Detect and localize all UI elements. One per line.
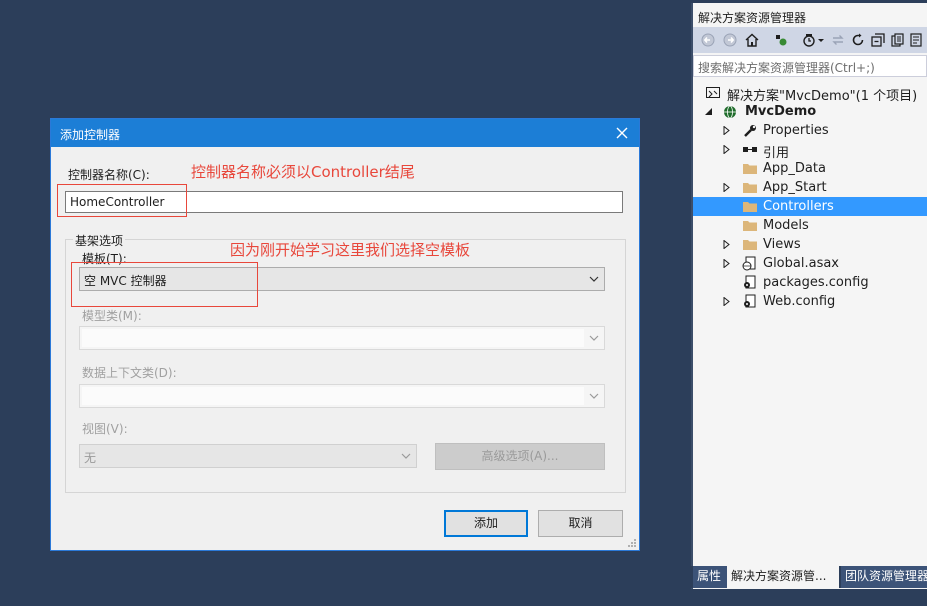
tab-properties[interactable]: 属性 bbox=[693, 566, 727, 588]
references-icon bbox=[743, 147, 757, 152]
config-file-icon bbox=[744, 294, 756, 308]
folder-icon bbox=[743, 221, 757, 231]
tree-item-views[interactable]: Views bbox=[693, 235, 927, 254]
model-class-label: 模型类(M): bbox=[82, 309, 142, 323]
solution-icon bbox=[706, 87, 720, 98]
show-all-files-icon[interactable] bbox=[890, 32, 906, 48]
folder-icon bbox=[743, 202, 757, 212]
history-icon[interactable] bbox=[801, 32, 817, 48]
tree-item-label: Properties bbox=[763, 123, 829, 138]
home-icon[interactable] bbox=[744, 32, 760, 48]
tree-item-app-data[interactable]: App_Data bbox=[693, 159, 927, 178]
model-class-select[interactable] bbox=[79, 326, 605, 350]
dialog-titlebar[interactable]: 添加控制器 bbox=[51, 119, 639, 147]
tab-team-explorer[interactable]: 团队资源管理器 bbox=[841, 566, 927, 588]
properties-icon[interactable] bbox=[908, 32, 924, 48]
data-context-select-field bbox=[82, 387, 584, 405]
tree-item-label: Global.asax bbox=[763, 256, 840, 271]
solution-explorer-tabs: 属性 解决方案资源管... 团队资源管理器 bbox=[691, 566, 927, 588]
close-icon[interactable] bbox=[611, 122, 633, 144]
pending-changes-icon[interactable] bbox=[773, 32, 789, 48]
tree-item-label: Controllers bbox=[763, 199, 834, 214]
sync-icon[interactable] bbox=[830, 32, 846, 48]
data-context-select[interactable] bbox=[79, 384, 605, 408]
solution-explorer-toolbar bbox=[693, 27, 927, 53]
chevron-down-icon bbox=[589, 276, 599, 282]
tree-item-label: MvcDemo bbox=[745, 104, 817, 119]
solution-explorer-panel: 解决方案资源管理器 搜索解决方案资源管理器(Ctrl+;) 解决方案"MvcDe… bbox=[691, 3, 927, 589]
folder-icon bbox=[743, 183, 757, 193]
tree-item-label: App_Data bbox=[763, 161, 826, 176]
add-controller-dialog: 添加控制器 控制器名称(C): HomeController 基架选项 模板(T… bbox=[50, 118, 640, 551]
solution-explorer-title: 解决方案资源管理器 bbox=[693, 3, 927, 27]
tree-item-packages-config[interactable]: packages.config bbox=[693, 273, 927, 292]
collapsed-arrow-icon[interactable] bbox=[723, 126, 731, 135]
tree-item-project[interactable]: MvcDemo bbox=[693, 102, 927, 121]
collapsed-arrow-icon[interactable] bbox=[723, 297, 731, 306]
web-project-icon bbox=[724, 105, 736, 119]
wrench-icon bbox=[744, 125, 756, 137]
tree-item-label: packages.config bbox=[763, 275, 869, 290]
config-file-icon bbox=[744, 275, 756, 289]
refresh-icon[interactable] bbox=[850, 32, 866, 48]
tree-item-app-start[interactable]: App_Start bbox=[693, 178, 927, 197]
annotation-note-name: 控制器名称必须以Controller结尾 bbox=[191, 163, 415, 181]
annotation-box-template bbox=[71, 262, 258, 307]
tree-item-solution[interactable]: 解决方案"MvcDemo"(1 个项目) bbox=[693, 83, 927, 104]
tree-item-web-config[interactable]: Web.config bbox=[693, 292, 927, 311]
add-button[interactable]: 添加 bbox=[444, 510, 528, 537]
chevron-down-icon bbox=[401, 453, 411, 459]
tree-item-properties[interactable]: Properties bbox=[693, 121, 927, 140]
collapsed-arrow-icon[interactable] bbox=[723, 145, 731, 154]
chevron-down-icon[interactable] bbox=[817, 32, 825, 48]
view-label: 视图(V): bbox=[82, 422, 128, 436]
collapse-all-icon[interactable] bbox=[870, 32, 886, 48]
tree-item-label: Views bbox=[763, 237, 801, 252]
tree-item-references[interactable]: 引用 bbox=[693, 140, 927, 161]
tab-solution-explorer[interactable]: 解决方案资源管... bbox=[727, 566, 839, 588]
tree-item-models[interactable]: Models bbox=[693, 216, 927, 235]
controller-name-label: 控制器名称(C): bbox=[68, 168, 150, 182]
collapsed-arrow-icon[interactable] bbox=[723, 240, 731, 249]
tree-item-global-asax[interactable]: Global.asax bbox=[693, 254, 927, 273]
collapsed-arrow-icon[interactable] bbox=[723, 259, 731, 268]
folder-icon bbox=[743, 240, 757, 250]
chevron-down-icon bbox=[589, 393, 599, 399]
annotation-box-name bbox=[57, 184, 187, 217]
model-class-select-field bbox=[82, 329, 584, 347]
solution-search-input[interactable]: 搜索解决方案资源管理器(Ctrl+;) bbox=[693, 55, 927, 77]
collapsed-arrow-icon[interactable] bbox=[723, 183, 731, 192]
chevron-down-icon bbox=[589, 335, 599, 341]
dialog-title: 添加控制器 bbox=[60, 128, 121, 142]
view-select-value: 无 bbox=[84, 451, 97, 465]
tree-item-controllers[interactable]: Controllers bbox=[693, 197, 927, 216]
expanded-arrow-icon[interactable] bbox=[705, 107, 713, 116]
advanced-options-button[interactable]: 高级选项(A)... bbox=[435, 443, 605, 470]
data-context-label: 数据上下文类(D): bbox=[82, 366, 177, 380]
tree-item-label: App_Start bbox=[763, 180, 827, 195]
annotation-note-template: 因为刚开始学习这里我们选择空模板 bbox=[230, 241, 471, 259]
folder-icon bbox=[743, 164, 757, 174]
tree-item-label: Models bbox=[763, 218, 809, 233]
resize-grip-icon[interactable] bbox=[627, 538, 637, 548]
cancel-button[interactable]: 取消 bbox=[538, 510, 623, 537]
scaffold-options-legend: 基架选项 bbox=[73, 232, 126, 249]
forward-icon[interactable] bbox=[722, 32, 738, 48]
back-icon[interactable] bbox=[700, 32, 716, 48]
global-asax-icon bbox=[742, 256, 756, 271]
view-select[interactable]: 无 bbox=[79, 444, 417, 468]
tree-item-label: Web.config bbox=[763, 294, 836, 309]
